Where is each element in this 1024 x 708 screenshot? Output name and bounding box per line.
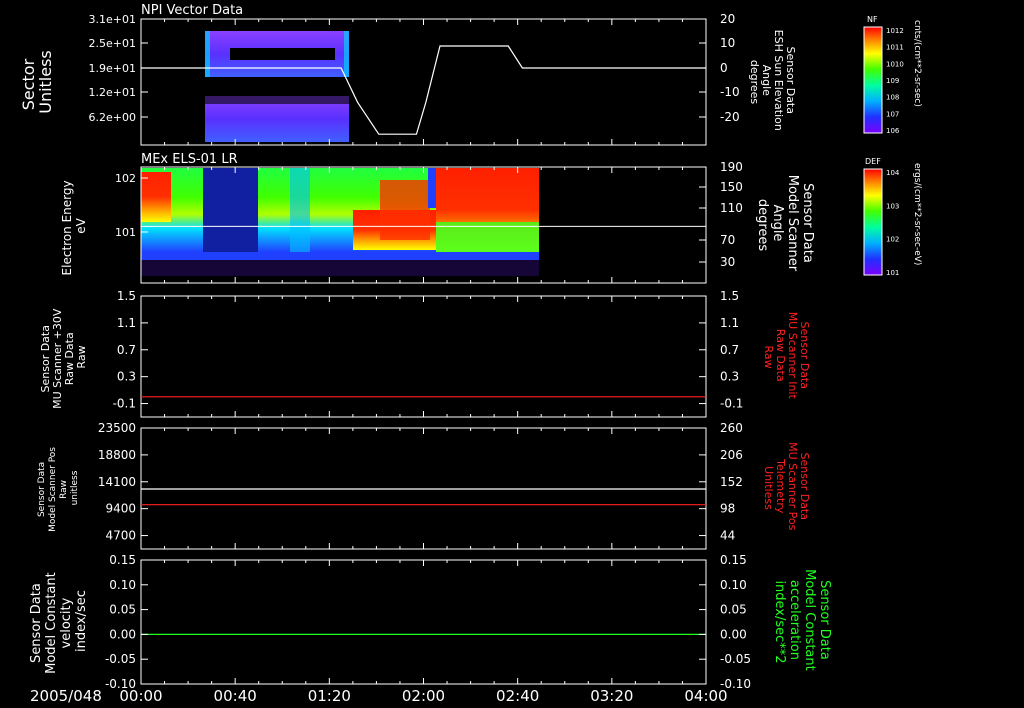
- npi-heatmap-edge-right: [344, 31, 349, 77]
- colorbar-tick-label: 1012: [886, 27, 904, 35]
- colorbar-def-units: ergs/(cm**2-sr-sec-eV): [912, 163, 922, 265]
- y2-tick-label: 1.1: [720, 316, 739, 330]
- y2-tick-label: 10: [720, 36, 735, 50]
- colorbar-tick-label: 106: [886, 127, 900, 135]
- y2-tick-label: 190: [720, 160, 743, 174]
- colorbar-def-bar: [863, 168, 883, 276]
- y2-tick-label: 0.7: [720, 343, 739, 357]
- y-tick-label: 102: [115, 172, 136, 185]
- y-tick-label: 6.2e+00: [89, 111, 136, 124]
- panel-npi-title: NPI Vector Data: [141, 3, 243, 18]
- colorbar-tick-label: 101: [886, 269, 899, 277]
- time-tick-label: 02:40: [496, 687, 539, 705]
- y-tick-label: 9400: [105, 502, 136, 516]
- y-tick-label: 0.7: [117, 343, 136, 357]
- npi-heatmap-gap-upper: [230, 48, 335, 60]
- y-tick-label: 0.3: [117, 370, 136, 384]
- time-tick-label: 02:00: [402, 687, 445, 705]
- time-tick-label: 04:00: [684, 687, 727, 705]
- colorbar-tick-label: 103: [886, 202, 899, 210]
- y-tick-label: -0.1: [113, 397, 136, 411]
- date-label: 2005/048: [30, 687, 102, 705]
- y-tick-label: 1.1: [117, 316, 136, 330]
- y2-tick-label: -0.05: [720, 652, 751, 666]
- npi-heatmap-gap-lower: [205, 96, 349, 104]
- y-tick-label: -0.05: [105, 652, 136, 666]
- els-heatmap-hot-a: [141, 172, 171, 222]
- y2-tick-label: -20: [720, 110, 740, 124]
- y-tick-label: 1.5: [117, 289, 136, 303]
- time-tick-label: 03:20: [590, 687, 633, 705]
- y-tick-label: 4700: [105, 529, 136, 543]
- panel-npi-ylabel: Sector Unitless: [19, 50, 55, 114]
- y-tick-label: 0.05: [109, 603, 136, 617]
- y-tick-label: 0.15: [109, 553, 136, 567]
- y2-tick-label: -0.1: [720, 397, 743, 411]
- colorbar-nf-label: NF: [867, 15, 878, 24]
- y2-tick-label: 70: [720, 233, 735, 247]
- els-heatmap-noise: [141, 260, 539, 276]
- colorbar-tick-label: 102: [886, 236, 899, 244]
- y2-tick-label: 0.3: [720, 370, 739, 384]
- colorbar-nf-units: cnts/(cm**2-sr-sec): [912, 20, 922, 107]
- y2-tick-label: 0.10: [720, 578, 747, 592]
- y2-tick-label: 110: [720, 201, 743, 215]
- els-heatmap-hot-c2: [380, 180, 430, 240]
- y-tick-label: 23500: [98, 421, 136, 435]
- y-tick-label: 1.2e+01: [89, 86, 136, 99]
- colorbar-tick-label: 104: [886, 169, 900, 177]
- y-tick-label: 18800: [98, 448, 136, 462]
- y2-tick-label: 0.00: [720, 627, 747, 641]
- y2-tick-label: 0.05: [720, 603, 747, 617]
- y-tick-label: 2.5e+01: [89, 37, 136, 50]
- y-tick-label: 101: [115, 226, 136, 239]
- y2-tick-label: -10: [720, 85, 740, 99]
- y-tick-label: 14100: [98, 475, 136, 489]
- y2-tick-label: 152: [720, 475, 743, 489]
- y2-tick-label: 150: [720, 180, 743, 194]
- time-tick-label: 00:00: [119, 687, 162, 705]
- y2-tick-label: 20: [720, 12, 735, 26]
- npi-heatmap-edge-left: [205, 31, 210, 77]
- y2-tick-label: 1.5: [720, 289, 739, 303]
- colorbar-tick-label: 109: [886, 77, 899, 85]
- time-tick-label: 01:20: [308, 687, 351, 705]
- colorbar-nf-bar: [863, 26, 883, 134]
- colorbar-tick-label: 1010: [886, 60, 904, 68]
- panel-els-title: MEx ELS-01 LR: [141, 152, 238, 167]
- y2-tick-label: 260: [720, 421, 743, 435]
- els-heatmap-stripe-b: [290, 168, 310, 252]
- els-heatmap: [141, 168, 539, 276]
- y2-tick-label: 30: [720, 255, 735, 269]
- y-tick-label: 3.1e+01: [89, 13, 136, 26]
- y-tick-label: 0.00: [109, 627, 136, 641]
- els-heatmap-sparse-a: [203, 168, 258, 252]
- y-tick-label: 0.10: [109, 578, 136, 592]
- colorbar-tick-label: 108: [886, 94, 899, 102]
- y2-tick-label: 98: [720, 502, 735, 516]
- figure: NPI Vector Data Sector Unitless Sensor D…: [0, 0, 1024, 708]
- time-tick-label: 00:40: [214, 687, 257, 705]
- els-heatmap-base: [141, 252, 539, 260]
- colorbar-def-label: DEF: [865, 157, 881, 166]
- y-tick-label: 1.9e+01: [89, 62, 136, 75]
- y2-tick-label: 44: [720, 529, 735, 543]
- y2-tick-label: 0.15: [720, 553, 747, 567]
- colorbar-tick-label: 1011: [886, 44, 904, 52]
- colorbar-tick-label: 107: [886, 110, 899, 118]
- y2-tick-label: 206: [720, 448, 743, 462]
- panel-model-constant-y2label: Sensor Data Model Constant acceleration …: [772, 569, 832, 675]
- y2-tick-label: 0: [720, 61, 728, 75]
